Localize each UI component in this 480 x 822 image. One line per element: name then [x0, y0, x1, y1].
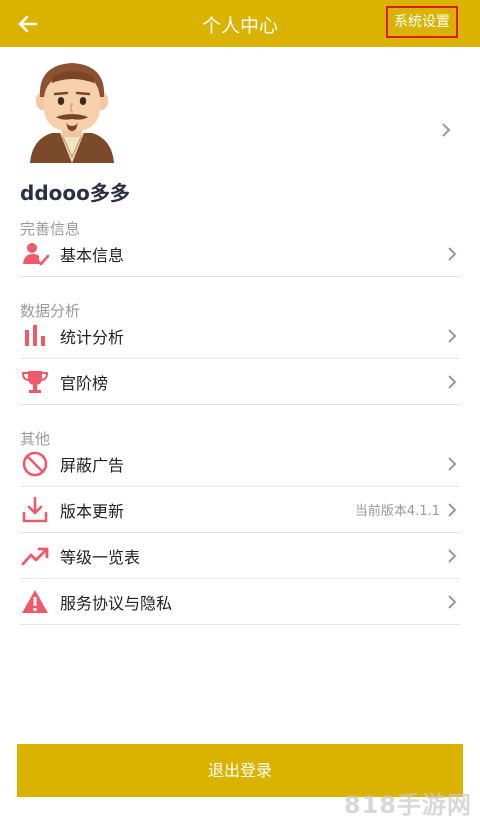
username: ddooo多多 [20, 181, 130, 205]
profile-chevron-icon [442, 123, 451, 137]
menu-item-basic-info[interactable]: 基本信息 [20, 231, 460, 277]
menu-item-label: 服务协议与隐私 [60, 594, 173, 613]
chevron-right-icon [448, 549, 457, 563]
menu-item-label: 统计分析 [60, 328, 125, 347]
menu-item-terms-privacy[interactable]: 服务协议与隐私 [20, 579, 460, 625]
menu-item-label: 官阶榜 [60, 374, 109, 393]
avatar [30, 63, 114, 163]
chevron-right-icon [448, 247, 457, 261]
trend-up-icon [21, 547, 49, 566]
chevron-right-icon [448, 503, 457, 517]
download-icon [22, 496, 48, 523]
chevron-right-icon [448, 329, 457, 343]
watermark-text: 818手游网 [343, 791, 472, 819]
current-version-text: 当前版本4.1.1 [354, 504, 440, 519]
menu-item-block-ads[interactable]: 屏蔽广告 [20, 441, 460, 487]
system-settings-button[interactable]: 系统设置 [386, 6, 458, 38]
menu-item-statistics[interactable]: 统计分析 [20, 313, 460, 359]
chevron-right-icon [448, 595, 457, 609]
user-check-icon [23, 243, 50, 266]
header-bar: 个人中心 系统设置 [0, 0, 480, 47]
chevron-right-icon [448, 375, 457, 389]
menu-item-version-update[interactable]: 版本更新 当前版本4.1.1 [20, 487, 460, 533]
menu-item-label: 等级一览表 [60, 548, 141, 567]
trophy-icon [21, 371, 49, 393]
menu-item-label: 基本信息 [60, 246, 125, 265]
menu-item-level-table[interactable]: 等级一览表 [20, 533, 460, 579]
menu-item-label: 版本更新 [60, 502, 125, 521]
bar-chart-icon [25, 325, 45, 346]
chevron-right-icon [448, 457, 457, 471]
menu-item-label: 屏蔽广告 [60, 456, 125, 475]
menu-item-ranking[interactable]: 官阶榜 [20, 359, 460, 405]
profile-card[interactable] [0, 47, 480, 172]
block-icon [22, 451, 48, 477]
warning-icon [22, 590, 48, 613]
